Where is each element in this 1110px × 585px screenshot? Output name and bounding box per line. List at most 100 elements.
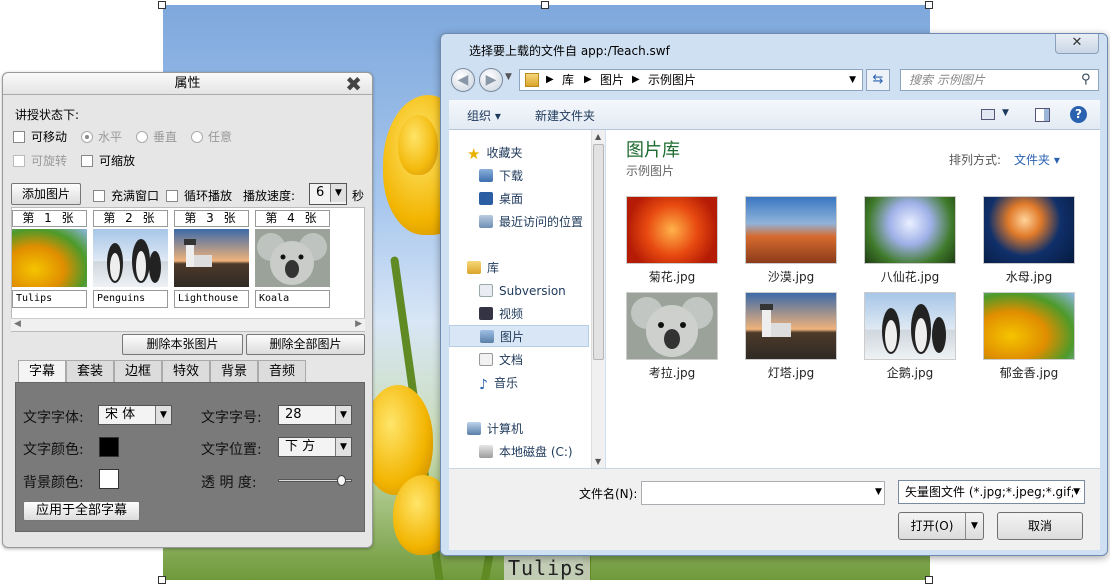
rotatable-checkbox[interactable]: 可旋转 <box>13 152 67 169</box>
tab-effects[interactable]: 特效 <box>162 360 210 382</box>
scroll-right-icon[interactable]: ▶ <box>355 319 362 329</box>
vertical-radio[interactable]: 垂直 <box>136 128 177 145</box>
opacity-slider-thumb[interactable] <box>336 475 346 486</box>
nav-scrollbar[interactable]: ▲ ▼ <box>591 130 605 468</box>
opacity-label: 透 明 度: <box>201 475 257 491</box>
tab-subtitle[interactable]: 字幕 <box>18 360 66 383</box>
speed-select[interactable]: 6 ▼ <box>309 183 347 205</box>
any-radio[interactable]: 任意 <box>191 128 232 145</box>
arrange-by-select[interactable]: 文件夹 ▾ <box>1014 151 1060 168</box>
tab-audio[interactable]: 音频 <box>258 360 306 382</box>
history-dropdown-icon[interactable]: ▼ <box>505 72 512 82</box>
breadcrumb-library[interactable]: 库 <box>562 70 574 90</box>
movable-checkbox[interactable]: 可移动 <box>13 128 67 145</box>
back-icon[interactable]: ◀ <box>451 68 475 92</box>
thumbnail-item[interactable]: 第 3 张 Lighthouse <box>174 210 249 308</box>
bg-color-label: 背景颜色: <box>23 475 84 491</box>
nav-libraries[interactable]: 库 <box>467 257 607 279</box>
dialog-title: 选择要上载的文件自 app:/Teach.swf <box>469 44 670 58</box>
thumbnail-strip: 第 1 张 Tulips 第 2 张 Penguins 第 3 张 Lighth… <box>11 207 365 332</box>
thumbnail-item[interactable]: 第 1 张 Tulips <box>12 210 87 308</box>
address-bar[interactable]: ▶ 库 ▶ 图片 ▶ 示例图片 ▼ <box>519 69 863 91</box>
speed-unit: 秒 <box>352 189 365 203</box>
properties-panel: 属性 ✖ 讲授状态下: 可移动 水平 垂直 任意 可旋转 可缩放 添加图片 充满… <box>2 72 373 548</box>
size-select[interactable]: 28 ▼ <box>278 405 352 425</box>
file-name[interactable]: 企鹅.jpg <box>860 364 960 381</box>
subtitle-settings: 文字字体: 宋 体 ▼ 文字字号: 28 ▼ 文字颜色: 文字位置: 下 方 ▼ 背景… <box>15 382 365 532</box>
scalable-checkbox[interactable]: 可缩放 <box>81 152 135 169</box>
font-select[interactable]: 宋 体 ▼ <box>98 405 172 425</box>
nav-favorites[interactable]: ★ 收藏夹 <box>467 142 607 164</box>
file-name[interactable]: 沙漠.jpg <box>741 268 841 285</box>
file-open-dialog: 选择要上载的文件自 app:/Teach.swf ✕ ◀ ▶ ▼ ▶ 库 ▶ 图… <box>440 33 1108 556</box>
file-name[interactable]: 菊花.jpg <box>622 268 722 285</box>
chevron-down-icon[interactable]: ▼ <box>849 70 856 90</box>
nav-pictures[interactable]: 图片 <box>449 325 589 347</box>
tab-border[interactable]: 边框 <box>114 360 162 382</box>
search-icon[interactable]: ⚲ <box>1081 72 1091 87</box>
cancel-button[interactable]: 取消 <box>997 512 1083 540</box>
file-name[interactable]: 郁金香.jpg <box>979 364 1079 381</box>
thumbnail-item[interactable]: 第 4 张 Koala <box>255 210 330 308</box>
file-type-select[interactable]: 矢量图文件 (*.jpg;*.jpeg;*.gif;* ▼ <box>898 480 1085 504</box>
library-title: 图片库 <box>626 140 680 161</box>
file-name[interactable]: 水母.jpg <box>979 268 1079 285</box>
view-options-icon[interactable] <box>981 109 995 120</box>
resize-handle[interactable] <box>158 576 166 584</box>
opacity-slider[interactable] <box>278 475 352 486</box>
text-color-swatch[interactable] <box>99 437 119 457</box>
file-name[interactable]: 考拉.jpg <box>622 364 722 381</box>
resize-handle[interactable] <box>925 1 933 9</box>
horizontal-radio[interactable]: 水平 <box>81 128 122 145</box>
forward-icon[interactable]: ▶ <box>479 68 503 92</box>
file-thumbnail[interactable] <box>983 196 1075 264</box>
file-thumbnail[interactable] <box>626 196 718 264</box>
text-color-label: 文字颜色: <box>23 442 84 458</box>
loop-play-checkbox[interactable]: 循环播放 <box>166 187 232 204</box>
panel-titlebar[interactable]: 属性 ✖ <box>3 73 372 95</box>
file-thumbnail[interactable] <box>745 292 837 360</box>
folder-icon <box>525 73 539 87</box>
apply-all-subtitles-button[interactable]: 应用于全部字幕 <box>23 501 140 521</box>
resize-handle[interactable] <box>158 1 166 9</box>
breadcrumb-sample-pictures[interactable]: 示例图片 <box>648 70 696 90</box>
resize-handle[interactable] <box>541 1 549 9</box>
file-thumbnail[interactable] <box>864 196 956 264</box>
position-label: 文字位置: <box>201 442 262 458</box>
chevron-down-icon[interactable]: ▼ <box>875 487 882 497</box>
file-view: 图片库 示例图片 排列方式: 文件夹 ▾ 菊花.jpg 沙漠.jpg 八仙花.j… <box>606 130 1100 468</box>
scroll-left-icon[interactable]: ◀ <box>14 319 21 329</box>
organize-button[interactable]: 组织 ▾ <box>467 107 501 124</box>
delete-all-images-button[interactable]: 删除全部图片 <box>246 334 365 355</box>
search-input[interactable]: 搜索 示例图片 <box>900 69 1099 91</box>
resize-handle[interactable] <box>925 576 933 584</box>
new-folder-button[interactable]: 新建文件夹 <box>535 107 595 124</box>
file-name[interactable]: 八仙花.jpg <box>860 268 960 285</box>
tab-background[interactable]: 背景 <box>210 360 258 382</box>
close-icon[interactable]: ✕ <box>1055 34 1099 54</box>
bg-color-swatch[interactable] <box>99 469 119 489</box>
file-name[interactable]: 灯塔.jpg <box>741 364 841 381</box>
position-select[interactable]: 下 方 ▼ <box>278 437 352 457</box>
thumbnail-scrollbar[interactable]: ◀ ▶ <box>11 318 365 331</box>
nav-computer[interactable]: 计算机 <box>467 418 607 440</box>
add-image-button[interactable]: 添加图片 <box>11 183 81 205</box>
file-thumbnail[interactable] <box>864 292 956 360</box>
panel-title: 属性 <box>174 76 201 91</box>
help-icon[interactable]: ? <box>1070 106 1087 123</box>
arrange-by-label: 排列方式: <box>949 153 1002 167</box>
tab-theme[interactable]: 套装 <box>66 360 114 382</box>
file-thumbnail[interactable] <box>626 292 718 360</box>
open-button[interactable]: 打开(O) ▼ <box>898 512 984 540</box>
breadcrumb-pictures[interactable]: 图片 <box>600 70 624 90</box>
file-thumbnail[interactable] <box>745 196 837 264</box>
chevron-down-icon[interactable]: ▼ <box>1002 108 1009 118</box>
refresh-icon[interactable]: ⇆ <box>866 69 890 91</box>
delete-current-image-button[interactable]: 删除本张图片 <box>122 334 243 355</box>
thumbnail-item[interactable]: 第 2 张 Penguins <box>93 210 168 308</box>
fill-window-checkbox[interactable]: 充满窗口 <box>93 187 159 204</box>
preview-pane-icon[interactable] <box>1035 108 1050 122</box>
close-icon[interactable]: ✖ <box>345 73 362 95</box>
file-thumbnail[interactable] <box>983 292 1075 360</box>
filename-input[interactable] <box>641 481 885 505</box>
